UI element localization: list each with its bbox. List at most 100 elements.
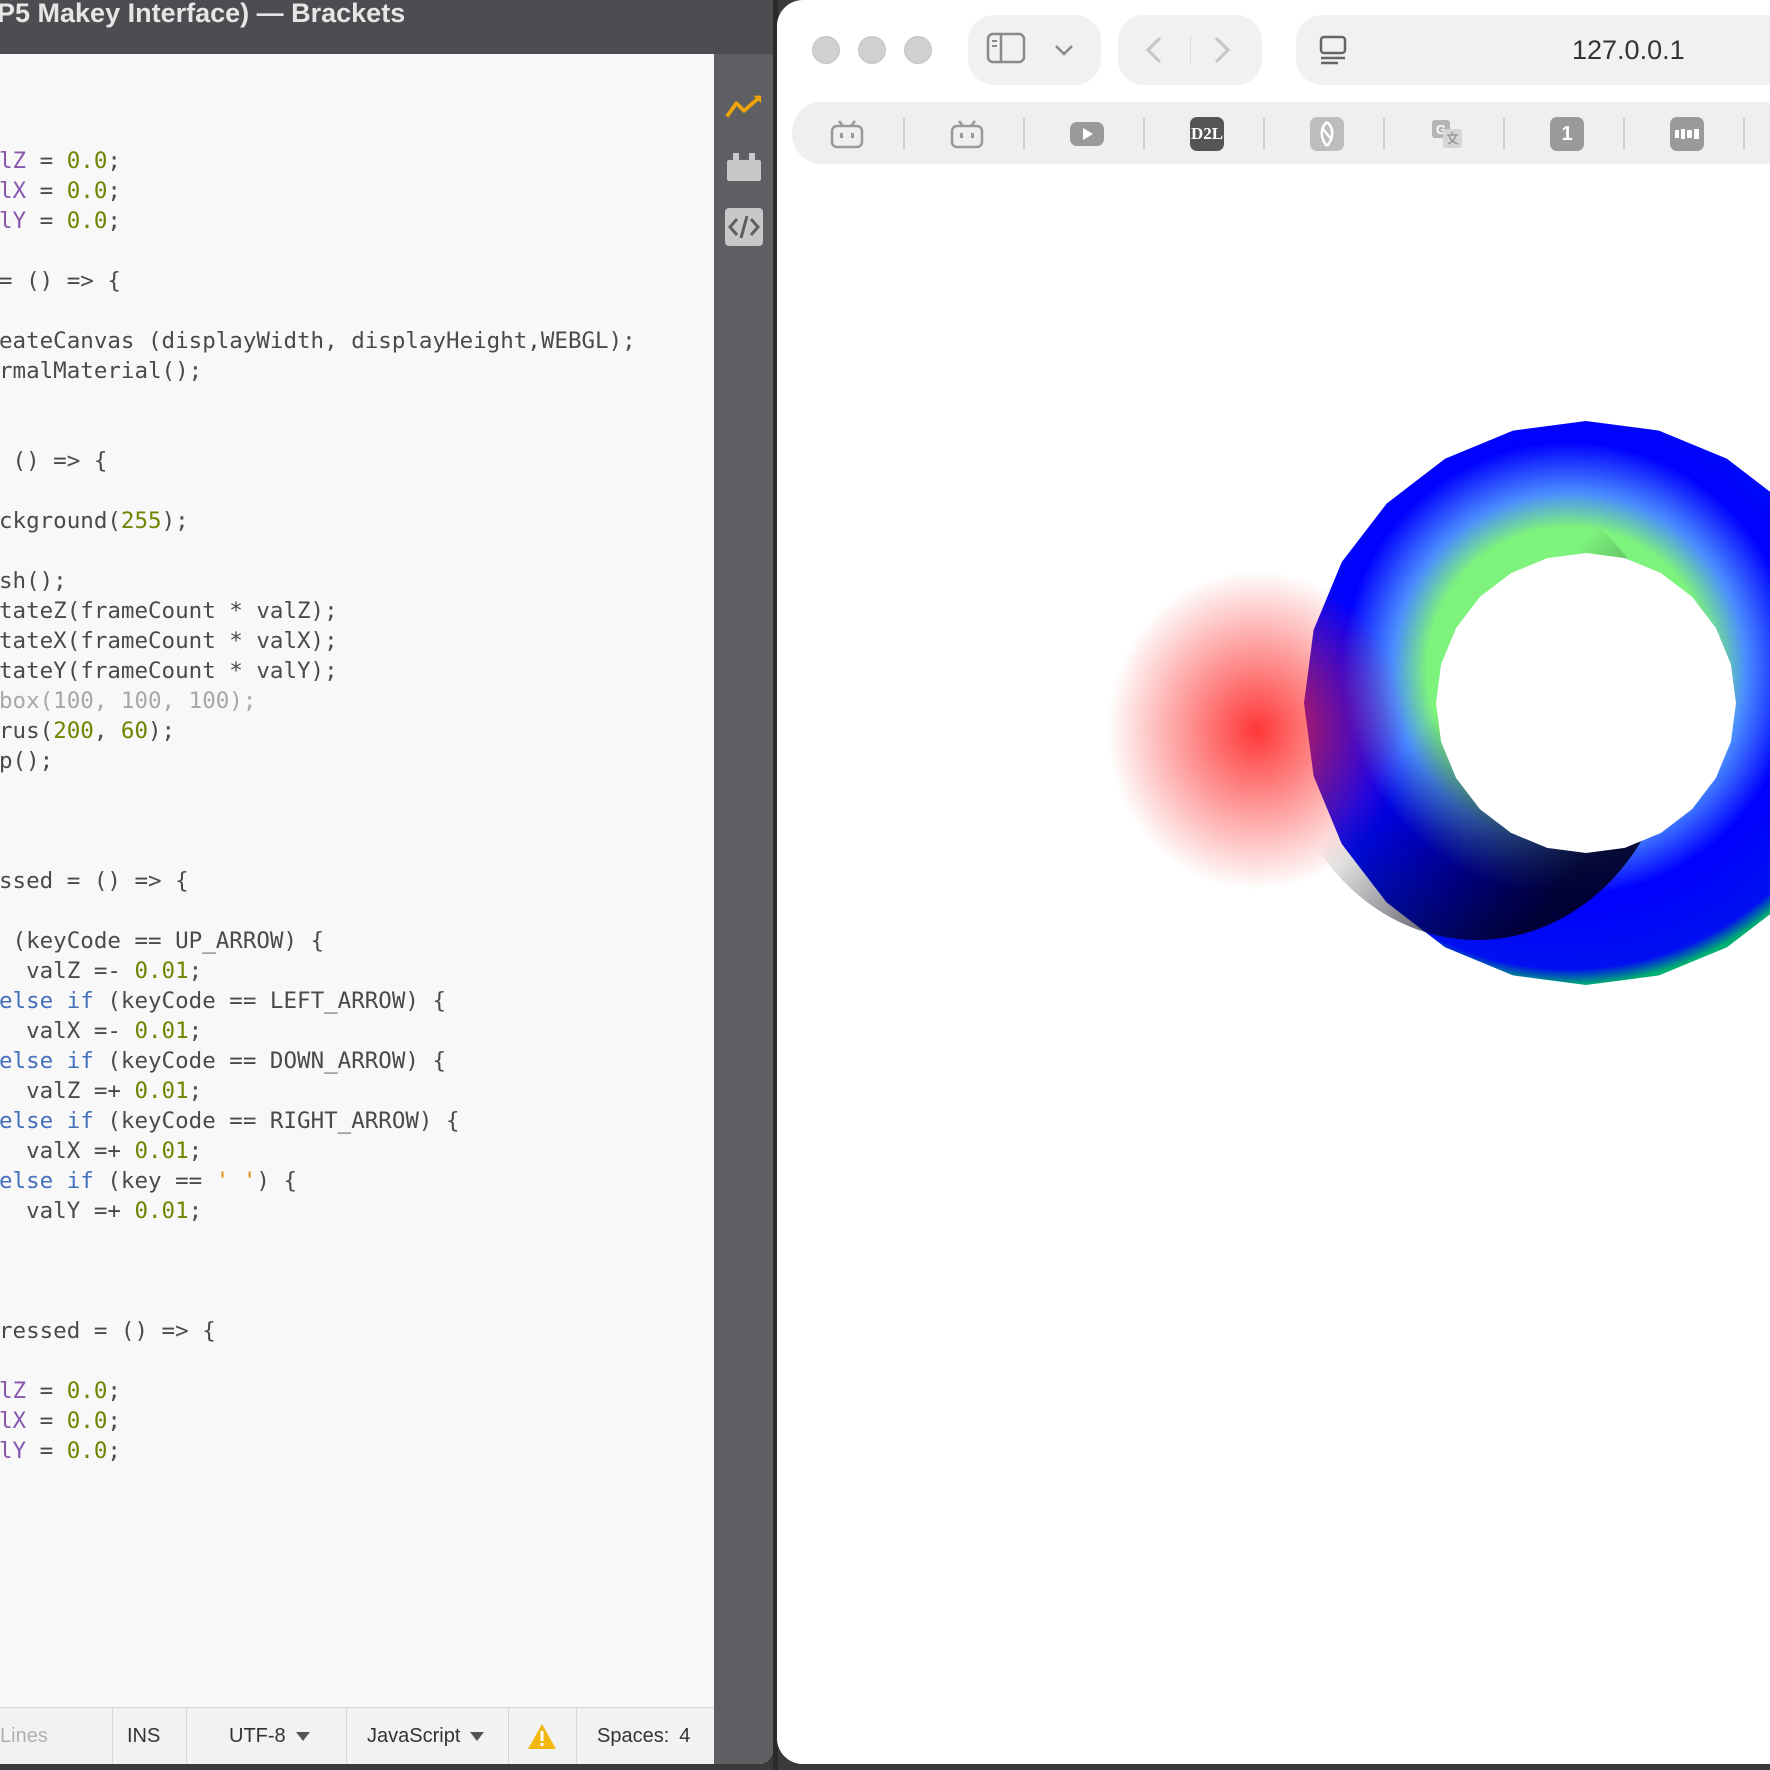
code-line[interactable] [0, 296, 636, 326]
sidebar-icon[interactable] [986, 32, 1026, 68]
linter-status[interactable] [508, 1708, 575, 1764]
code-line[interactable]: () => { [0, 446, 636, 476]
code-line[interactable]: else if (keyCode == DOWN_ARROW) { [0, 1046, 636, 1076]
minimize-button[interactable] [858, 36, 886, 64]
code-line[interactable]: p(); [0, 746, 636, 776]
code-line[interactable]: sh(); [0, 566, 636, 596]
code-editor[interactable]: lZ = 0.0; lX = 0.0; lY = 0.0; = () => { ea… [0, 54, 714, 1707]
url-text[interactable]: 127.0.0.1 [1572, 15, 1770, 85]
code-token: ; [188, 1078, 203, 1104]
code-token: lX [0, 1408, 27, 1434]
insert-mode-toggle[interactable]: INS [112, 1708, 174, 1764]
code-token: (keyCode == LEFT_ARROW) { [93, 988, 447, 1014]
code-token: tateY(frameCount * valY); [0, 658, 338, 684]
encoding-select[interactable]: UTF-8 [186, 1708, 324, 1764]
code-line[interactable]: valX =+ 0.01; [0, 1136, 636, 1166]
code-line[interactable]: rmalMaterial(); [0, 356, 636, 386]
code-line[interactable] [0, 476, 636, 506]
code-line[interactable]: = () => { [0, 266, 636, 296]
code-line[interactable] [0, 1226, 636, 1256]
p5-canvas[interactable] [777, 170, 1770, 1764]
nav-separator [1190, 35, 1191, 65]
code-line[interactable]: valZ =- 0.01; [0, 956, 636, 986]
code-line[interactable]: rus(200, 60); [0, 716, 636, 746]
code-token: rmalMaterial(); [0, 358, 203, 384]
code-line[interactable]: lY = 0.0; [0, 1436, 636, 1466]
code-content[interactable]: lZ = 0.0; lX = 0.0; lY = 0.0; = () => { ea… [0, 116, 636, 1466]
code-line[interactable]: lZ = 0.0; [0, 1376, 636, 1406]
forward-button[interactable] [1212, 35, 1232, 69]
code-line[interactable]: (keyCode == UP_ARROW) { [0, 926, 636, 956]
code-token: ; [188, 958, 203, 984]
code-line[interactable]: else if (keyCode == LEFT_ARROW) { [0, 986, 636, 1016]
code-line[interactable] [0, 1346, 636, 1376]
code-line[interactable]: valZ =+ 0.01; [0, 1076, 636, 1106]
insert-mode-label: INS [127, 1724, 161, 1747]
indent-setting[interactable]: Spaces: 4 [576, 1708, 704, 1764]
code-line[interactable]: lZ = 0.0; [0, 146, 636, 176]
code-line[interactable] [0, 236, 636, 266]
app-icon[interactable] [1670, 117, 1704, 151]
spaces-value[interactable]: 4 [679, 1725, 690, 1748]
code-token: 0.0 [66, 208, 108, 234]
code-token: = [26, 148, 67, 174]
code-line[interactable] [0, 536, 636, 566]
code-line[interactable] [0, 416, 636, 446]
brackets-window: P5 Makey Interface) — Brackets lZ = 0.0;… [0, 0, 773, 1764]
code-token: lY [0, 208, 27, 234]
bilibili-icon[interactable] [830, 117, 864, 151]
code-line[interactable] [0, 386, 636, 416]
code-token: valY =+ [0, 1198, 135, 1224]
code-line[interactable]: tateX(frameCount * valX); [0, 626, 636, 656]
live-preview-icon[interactable] [725, 88, 763, 126]
code-token: ; [188, 1198, 203, 1224]
number-one-icon[interactable]: 1 [1550, 117, 1584, 151]
close-button[interactable] [812, 36, 840, 64]
language-select[interactable]: JavaScript [346, 1708, 498, 1764]
code-line[interactable] [0, 1286, 636, 1316]
code-token: else if [0, 1168, 94, 1194]
code-line[interactable]: eateCanvas (displayWidth, displayHeight,… [0, 326, 636, 356]
code-line[interactable]: lY = 0.0; [0, 206, 636, 236]
code-token: box(100, 100, 100); [0, 688, 257, 714]
code-line[interactable]: ckground(255); [0, 506, 636, 536]
code-line[interactable]: ssed = () => { [0, 866, 636, 896]
code-line[interactable]: lX = 0.0; [0, 176, 636, 206]
zoom-button[interactable] [904, 36, 932, 64]
code-line[interactable]: valX =- 0.01; [0, 1016, 636, 1046]
code-line[interactable] [0, 836, 636, 866]
code-line[interactable]: tateY(frameCount * valY); [0, 656, 636, 686]
chevron-down-icon[interactable] [1054, 42, 1074, 61]
window-titlebar[interactable]: P5 Makey Interface) — Brackets [0, 0, 773, 54]
back-button[interactable] [1144, 35, 1164, 69]
code-line[interactable]: else if (key == ' ') { [0, 1166, 636, 1196]
code-line[interactable]: valY =+ 0.01; [0, 1196, 636, 1226]
reader-icon[interactable] [1318, 34, 1348, 70]
code-line[interactable] [0, 776, 636, 806]
language-label: JavaScript [367, 1724, 461, 1747]
code-line[interactable] [0, 116, 636, 146]
code-line[interactable]: ressed = () => { [0, 1316, 636, 1346]
youtube-icon[interactable] [1070, 117, 1104, 151]
code-line[interactable]: else if (keyCode == RIGHT_ARROW) { [0, 1106, 636, 1136]
favorites-separator [1503, 118, 1505, 150]
code-token: ; [107, 1378, 121, 1404]
code-line[interactable]: lX = 0.0; [0, 1406, 636, 1436]
code-inspector-icon[interactable] [725, 208, 763, 246]
code-line[interactable]: box(100, 100, 100); [0, 686, 636, 716]
code-token: ); [148, 718, 176, 744]
d2l-icon[interactable]: D2L [1190, 117, 1224, 151]
code-token: ; [188, 1138, 203, 1164]
code-token: p(); [0, 748, 54, 774]
bilibili-icon[interactable] [950, 117, 984, 151]
code-line[interactable] [0, 1256, 636, 1286]
extension-manager-icon[interactable] [725, 148, 763, 186]
translate-icon[interactable]: G [1430, 117, 1464, 151]
brand-icon[interactable] [1310, 117, 1344, 151]
code-line[interactable] [0, 896, 636, 926]
code-token: 0.0 [66, 1438, 108, 1464]
code-token: 0.01 [134, 1138, 189, 1164]
code-token: () => { [0, 448, 108, 474]
code-line[interactable]: tateZ(frameCount * valZ); [0, 596, 636, 626]
code-line[interactable] [0, 806, 636, 836]
